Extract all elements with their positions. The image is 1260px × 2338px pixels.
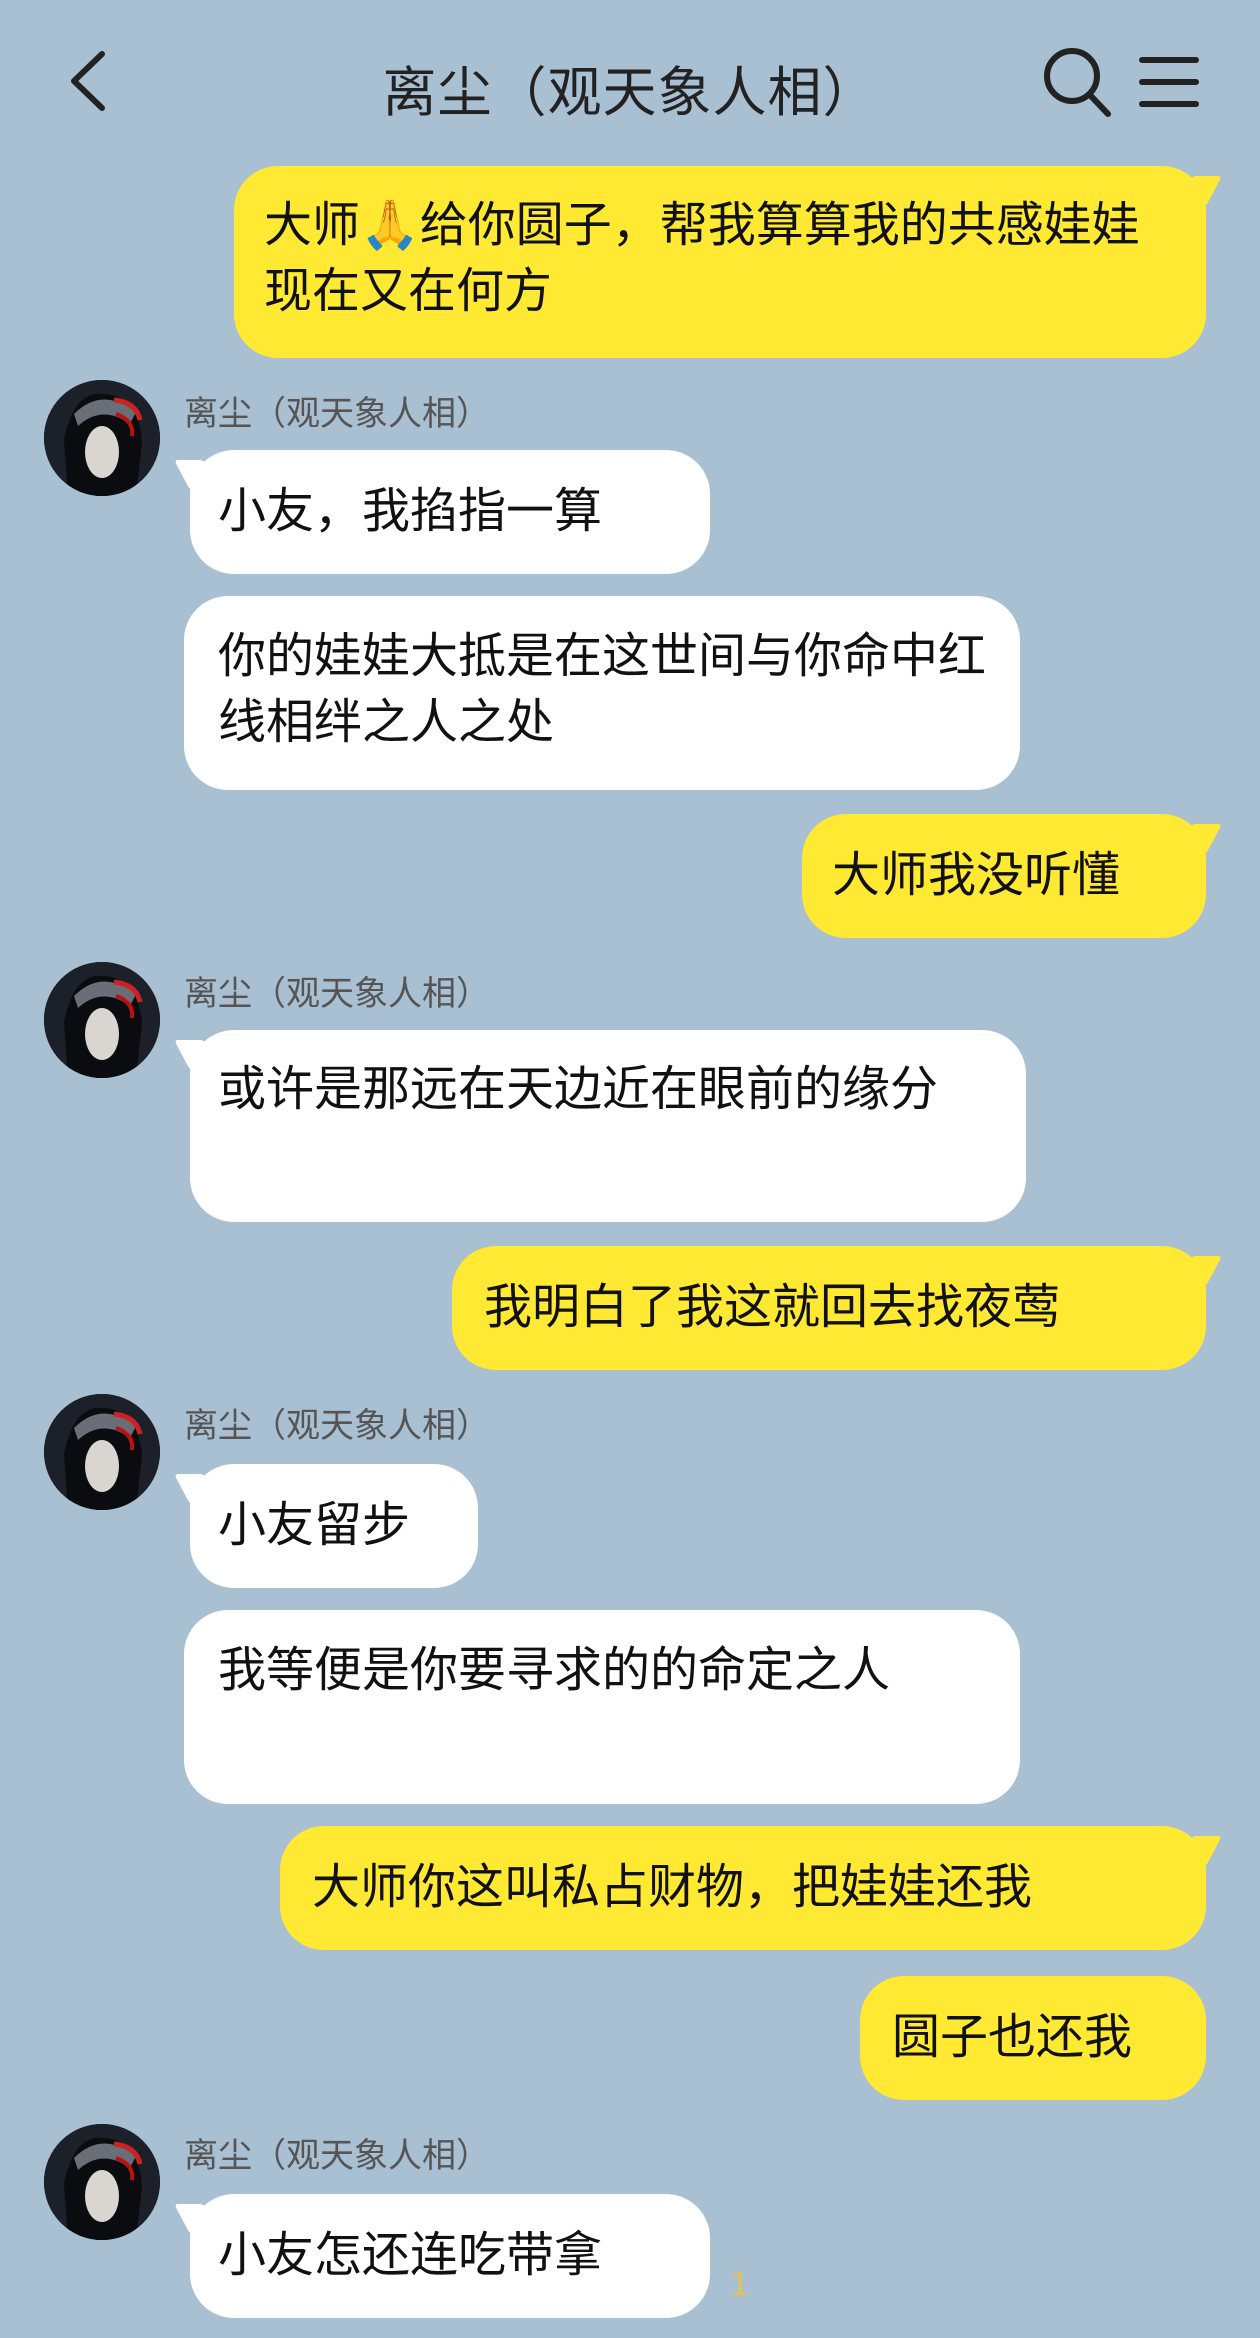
message-text: 大师我没听懂 xyxy=(832,847,1121,903)
avatar-image xyxy=(44,2124,160,2240)
folded-hands-emoji: 🙏 xyxy=(360,197,420,253)
message-text: 或许是那远在天边近在眼前的缘分 xyxy=(218,1061,939,1117)
message-text: 圆子也还我 xyxy=(892,2009,1133,2065)
search-button[interactable] xyxy=(1040,44,1114,120)
message-text: 小友怎还连吃带拿 xyxy=(218,2227,603,2283)
message-bubble-incoming[interactable]: 小友留步 xyxy=(190,1464,478,1588)
sender-name: 离尘（观天象人相） xyxy=(184,394,490,434)
message-bubble-outgoing[interactable]: 大师🙏给你圆子，帮我算算我的共感娃娃现在又在何方 xyxy=(234,166,1206,358)
message-bubble-outgoing[interactable]: 大师你这叫私占财物，把娃娃还我 xyxy=(280,1826,1206,1950)
sender-name: 离尘（观天象人相） xyxy=(184,974,490,1014)
message-bubble-outgoing[interactable]: 我明白了我这就回去找夜莺 xyxy=(452,1246,1206,1370)
contact-avatar[interactable] xyxy=(44,380,160,496)
message-text: 小友，我掐指一算 xyxy=(218,483,603,539)
menu-button[interactable] xyxy=(1138,54,1200,110)
message-bubble-incoming[interactable]: 小友，我掐指一算 xyxy=(190,450,710,574)
message-bubble-incoming[interactable]: 或许是那远在天边近在眼前的缘分 xyxy=(190,1030,1026,1222)
avatar-image xyxy=(44,380,160,496)
message-bubble-incoming[interactable]: 小友怎还连吃带拿 xyxy=(190,2194,710,2318)
message-bubble-incoming[interactable]: 你的娃娃大抵是在这世间与你命中红线相绊之人之处 xyxy=(184,596,1020,790)
sender-name: 离尘（观天象人相） xyxy=(184,1406,490,1446)
message-text: 大师🙏给你圆子，帮我算算我的共感娃娃现在又在何方 xyxy=(264,197,1140,319)
message-bubble-incoming[interactable]: 我等便是你要寻求的的命定之人 xyxy=(184,1610,1020,1804)
message-text: 小友留步 xyxy=(218,1497,411,1553)
search-icon xyxy=(1044,48,1111,117)
contact-avatar[interactable] xyxy=(44,2124,160,2240)
message-text: 我明白了我这就回去找夜莺 xyxy=(484,1279,1061,1335)
contact-avatar[interactable] xyxy=(44,1394,160,1510)
avatar-image xyxy=(44,1394,160,1510)
contact-avatar[interactable] xyxy=(44,962,160,1078)
message-text: 你的娃娃大抵是在这世间与你命中红线相绊之人之处 xyxy=(218,628,987,750)
message-bubble-outgoing[interactable]: 圆子也还我 xyxy=(860,1976,1206,2100)
hamburger-menu-icon xyxy=(1139,57,1199,107)
unread-count: 1 xyxy=(730,2268,750,2303)
avatar-image xyxy=(44,962,160,1078)
message-text: 大师你这叫私占财物，把娃娃还我 xyxy=(312,1859,1033,1915)
sender-name: 离尘（观天象人相） xyxy=(184,2136,490,2176)
chat-header: 离尘（观天象人相） xyxy=(0,0,1260,160)
message-text: 我等便是你要寻求的的命定之人 xyxy=(218,1642,891,1698)
message-bubble-outgoing[interactable]: 大师我没听懂 xyxy=(802,814,1206,938)
